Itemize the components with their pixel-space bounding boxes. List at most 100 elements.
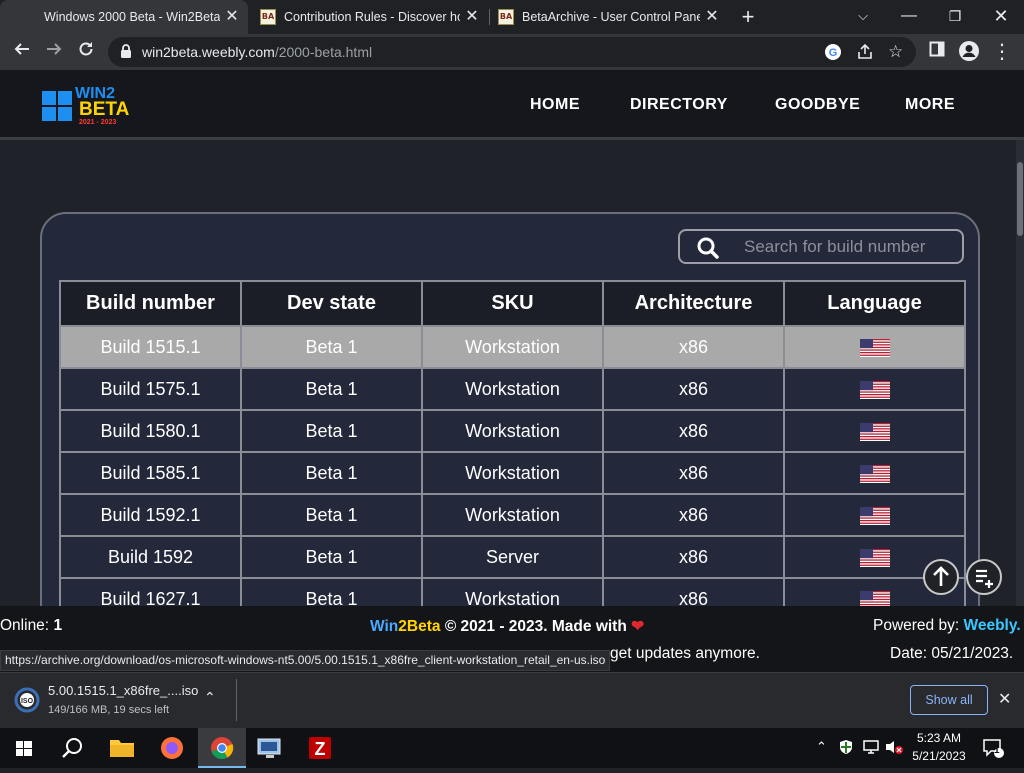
close-tab-icon[interactable]: ✕ [464, 9, 480, 25]
brand-win: Win [370, 618, 399, 635]
build-search-box[interactable] [678, 229, 964, 264]
build-number-cell: Build 1627.1 [59, 577, 242, 606]
us-flag-icon[interactable] [859, 548, 890, 567]
column-header-architecture[interactable]: Architecture [602, 280, 785, 327]
windows-taskbar: Z ⌃ 5:23 AM 5/21/2023 1 [0, 728, 1024, 768]
powered-by-label: Powered by: [873, 617, 960, 634]
tab-search-chevron-down-icon[interactable]: ⌵ [840, 0, 886, 34]
clock-date[interactable]: 5/21/2023 [908, 749, 970, 763]
us-flag-icon[interactable] [859, 380, 890, 399]
sku-cell: Workstation [421, 409, 604, 453]
bookmark-star-icon[interactable]: ☆ [888, 42, 903, 62]
tab-contribution-rules[interactable]: BA Contribution Rules - Discover ho ✕ [250, 0, 488, 34]
column-header-sku[interactable]: SKU [421, 280, 604, 327]
volume-muted-icon[interactable] [884, 739, 904, 758]
close-tab-icon[interactable]: ✕ [224, 9, 240, 25]
online-indicator: Online: 1 [0, 617, 62, 635]
lock-icon[interactable] [120, 44, 132, 64]
defender-shield-icon[interactable] [838, 739, 854, 758]
table-row[interactable]: Build 1627.1 Beta 1 Workstation x86 [59, 577, 966, 606]
architecture-cell: x86 [602, 367, 785, 411]
weebly-link[interactable]: Weebly. [963, 617, 1020, 634]
us-flag-icon[interactable] [859, 590, 890, 606]
build-number-cell: Build 1592 [59, 535, 242, 579]
betaarchive-favicon-icon: BA [260, 9, 276, 25]
us-flag-icon[interactable] [859, 422, 890, 441]
share-icon[interactable] [856, 43, 874, 66]
chevron-up-icon[interactable]: ⌃ [204, 689, 216, 706]
table-header-row: Build number Dev state SKU Architecture … [59, 280, 966, 327]
clock-time[interactable]: 5:23 AM [914, 731, 964, 745]
nav-home[interactable]: HOME [530, 96, 580, 114]
builds-table: Build number Dev state SKU Architecture … [59, 280, 966, 606]
file-explorer-icon[interactable] [98, 728, 146, 768]
table-row[interactable]: Build 1575.1 Beta 1 Workstation x86 [59, 367, 966, 411]
brand-2beta: 2Beta [398, 618, 441, 635]
windows-start-icon[interactable] [0, 728, 48, 768]
reload-icon[interactable] [74, 40, 98, 64]
sku-cell: Workstation [421, 325, 604, 369]
language-cell [783, 409, 966, 453]
tab-title: Contribution Rules - Discover ho [284, 10, 460, 24]
tab-windows-2000-beta[interactable]: Windows 2000 Beta - Win2Beta ✕ [0, 0, 248, 34]
site-logo[interactable]: WIN2 BETA 2021 - 2023 [41, 83, 131, 127]
build-number-cell: Build 1515.1 [59, 325, 242, 369]
footer-notice-tail: get updates anymore. [610, 645, 760, 662]
network-icon[interactable] [862, 739, 880, 758]
download-filename[interactable]: 5.00.1515.1_x86fre_....iso [48, 683, 198, 698]
scroll-to-top-button[interactable] [923, 559, 959, 595]
chrome-icon[interactable] [198, 728, 246, 768]
build-number-cell: Build 1592.1 [59, 493, 242, 537]
search-icon[interactable] [48, 728, 96, 768]
search-icon [696, 236, 720, 265]
architecture-cell: x86 [602, 325, 785, 369]
nav-goodbye[interactable]: GOODBYE [775, 96, 860, 114]
architecture-cell: x86 [602, 577, 785, 606]
minimize-icon[interactable]: — [886, 0, 932, 34]
online-label: Online: [0, 617, 50, 634]
web-page: WIN2 BETA 2021 - 2023 HOME DIRECTORY GOO… [0, 70, 1024, 606]
table-row[interactable]: Build 1515.1 Beta 1 Workstation x86 [59, 325, 966, 369]
action-center-icon[interactable] [982, 738, 1004, 761]
us-flag-icon[interactable] [859, 506, 890, 525]
column-header-build-number[interactable]: Build number [59, 280, 242, 327]
url-host: win2beta.weebly.com [142, 44, 275, 60]
filezilla-icon[interactable]: Z [296, 728, 344, 768]
column-header-dev-state[interactable]: Dev state [240, 280, 423, 327]
column-header-language[interactable]: Language [783, 280, 966, 327]
page-scrollbar-thumb[interactable] [1017, 162, 1023, 236]
side-panel-icon[interactable] [925, 40, 949, 64]
show-all-downloads-button[interactable]: Show all [910, 685, 988, 715]
table-row[interactable]: Build 1585.1 Beta 1 Workstation x86 [59, 451, 966, 495]
chat-form-button[interactable] [966, 559, 1002, 595]
forward-arrow-icon[interactable] [42, 40, 66, 64]
table-row[interactable]: Build 1580.1 Beta 1 Workstation x86 [59, 409, 966, 453]
search-input[interactable] [744, 236, 954, 258]
google-lens-icon[interactable]: G [824, 43, 842, 66]
close-shelf-icon[interactable]: ✕ [998, 689, 1011, 709]
firefox-icon[interactable] [148, 728, 196, 768]
nav-directory[interactable]: DIRECTORY [630, 96, 728, 114]
chrome-menu-kebab-icon[interactable]: ⋮ [990, 40, 1014, 64]
profile-avatar-icon[interactable] [957, 40, 981, 64]
us-flag-icon[interactable] [859, 464, 890, 483]
tab-title: BetaArchive - User Control Panel [522, 10, 700, 24]
copyright-text: © 2021 - 2023. Made with [444, 618, 627, 635]
show-hidden-icons-chevron-icon[interactable]: ⌃ [816, 739, 827, 755]
nav-more[interactable]: MORE [905, 96, 955, 114]
restore-icon[interactable]: ❐ [932, 0, 978, 34]
network-app-icon[interactable] [246, 728, 294, 768]
table-row[interactable]: Build 1592.1 Beta 1 Workstation x86 [59, 493, 966, 537]
close-window-icon[interactable]: ✕ [978, 0, 1024, 34]
address-bar[interactable]: win2beta.weebly.com/2000-beta.html G ☆ [108, 37, 916, 67]
download-progress: 149/166 MB, 19 secs left [48, 704, 170, 716]
new-tab-icon[interactable]: + [736, 5, 760, 29]
back-arrow-icon[interactable] [10, 40, 34, 64]
us-flag-icon[interactable] [859, 338, 890, 357]
architecture-cell: x86 [602, 493, 785, 537]
close-tab-icon[interactable]: ✕ [704, 9, 720, 25]
tab-betaarchive-ucp[interactable]: BA BetaArchive - User Control Panel ✕ [490, 0, 728, 34]
build-number-cell: Build 1580.1 [59, 409, 242, 453]
table-row[interactable]: Build 1592 Beta 1 Server x86 [59, 535, 966, 579]
site-header: WIN2 BETA 2021 - 2023 HOME DIRECTORY GOO… [0, 70, 1024, 140]
